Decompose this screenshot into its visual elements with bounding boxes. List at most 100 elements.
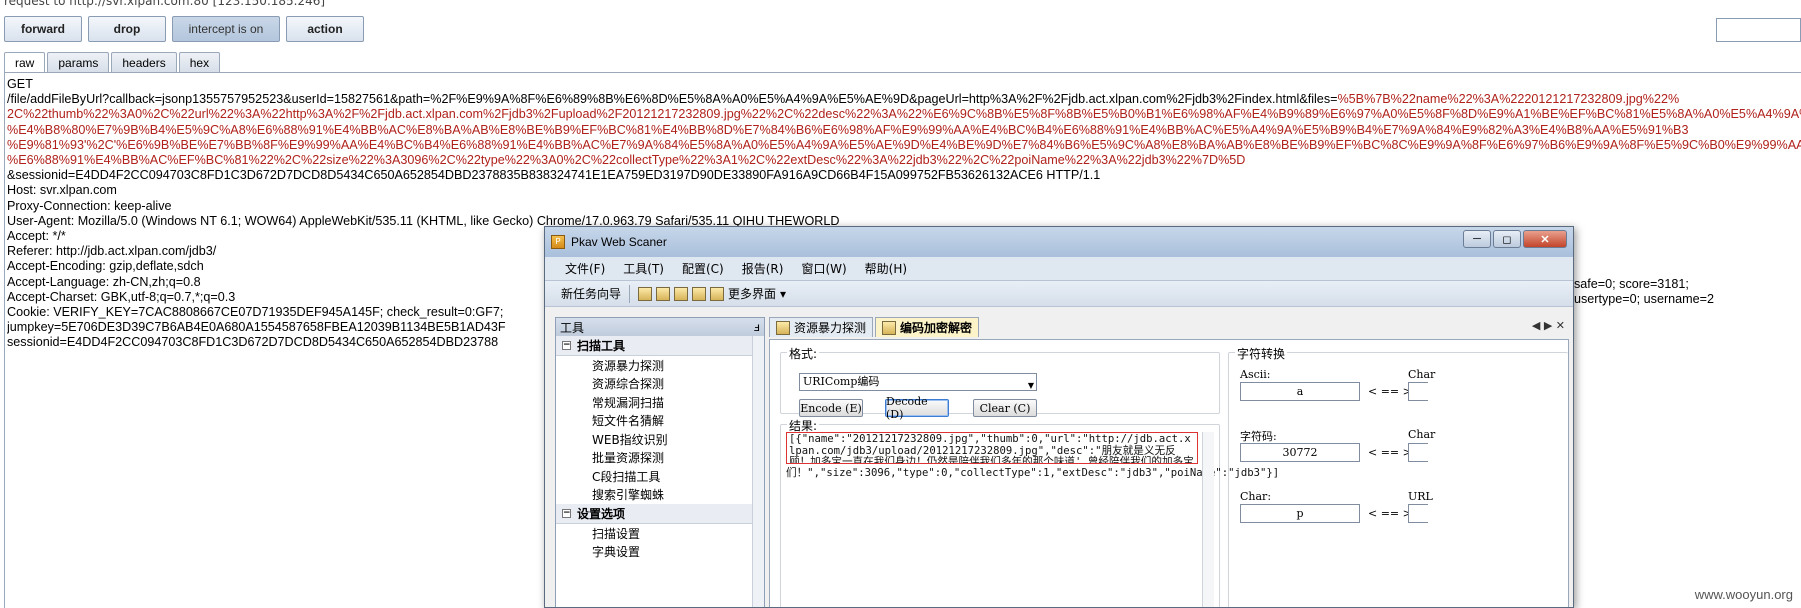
restore-button[interactable]: ◻ xyxy=(1493,230,1521,248)
menu-help[interactable]: 帮助(H) xyxy=(865,260,907,277)
result-scrollbar[interactable] xyxy=(1202,432,1214,607)
request-text: Accept: */* xyxy=(7,229,66,244)
result-text[interactable]: [{"name":"20121217232809.jpg","thumb":0,… xyxy=(786,432,1198,464)
request-param-value: %5B%7B%22name%22%3A%2220121217232809.jpg… xyxy=(1337,92,1680,107)
tool-item[interactable]: 短文件名猜解 xyxy=(556,412,764,431)
request-text: Accept-Language: zh-CN,zh;q=0.8 xyxy=(7,274,201,289)
url-input[interactable] xyxy=(1408,504,1428,523)
request-line: /file/addFileByUrl?callback=jsonp1355757… xyxy=(7,92,1801,107)
drop-button[interactable]: drop xyxy=(88,16,166,42)
collapse-icon[interactable]: − xyxy=(562,341,571,350)
request-line: 2C%22thumb%22%3A0%2C%22url%22%3A%22http%… xyxy=(7,107,1801,122)
tool-item[interactable]: 资源综合探测 xyxy=(556,375,764,394)
encode-button[interactable]: Encode (E) xyxy=(799,399,863,417)
minimize-button[interactable]: ─ xyxy=(1463,230,1491,248)
close-button[interactable]: ✕ xyxy=(1523,230,1567,248)
arrow-icon: < == > xyxy=(1368,507,1412,520)
pin-icon[interactable]: ⅎ xyxy=(754,320,760,334)
request-line: %E6%88%91%E4%BB%AC%EF%BC%81%22%2C%22size… xyxy=(7,153,1801,168)
format-select[interactable]: URIComp编码 ▼ xyxy=(799,373,1037,391)
new-task-button[interactable]: 新任务向导 xyxy=(561,285,621,302)
char-input-1[interactable] xyxy=(1408,382,1428,401)
tool-item[interactable]: 批量资源探测 xyxy=(556,449,764,468)
tab-encode-decode[interactable]: 编码加密解密 xyxy=(875,317,980,337)
tab-resource-bruteforce[interactable]: 资源暴力探测 xyxy=(769,317,874,337)
arrow-icon: < == > xyxy=(1368,385,1412,398)
tool-icon-1[interactable] xyxy=(638,286,653,301)
request-line: GET xyxy=(7,77,1801,92)
group-scan-tools[interactable]: − 扫描工具 xyxy=(556,336,764,356)
tool-item[interactable]: C段扫描工具 xyxy=(556,467,764,486)
request-line: &sessionid=E4DD4F2CC094703C8FD1C3D672D7D… xyxy=(7,168,1801,183)
ascii-label: Ascii: xyxy=(1240,368,1271,381)
intercept-toolbar: forward drop intercept is on action xyxy=(4,16,364,44)
tools-scrollbar[interactable] xyxy=(752,336,764,607)
chevron-down-icon: ▼ xyxy=(1027,381,1034,390)
menu-config[interactable]: 配置(C) xyxy=(682,260,724,277)
menu-file[interactable]: 文件(F) xyxy=(565,260,605,277)
char-input-2[interactable] xyxy=(1408,443,1428,462)
request-line: %E9%81%93'%2C'%E6%9B%BE%E7%BB%8F%E9%99%A… xyxy=(7,138,1801,153)
toolbar-separator xyxy=(629,284,631,303)
request-text: GET xyxy=(7,77,33,91)
request-text: sessionid=E4DD4F2CC094703C8FD1C3D672D7DC… xyxy=(7,335,499,350)
tab-label: 编码加密解密 xyxy=(900,321,973,335)
request-text: Accept-Charset: GBK,utf-8;q=0.7,*;q=0.3 xyxy=(7,289,236,304)
cookie-fragment-2: usertype=0; username=2 xyxy=(1574,292,1715,306)
group-settings[interactable]: − 设置选项 xyxy=(556,504,764,524)
request-line: %E4%B8%80%E7%9B%B4%E5%9C%A8%E6%88%91%E4%… xyxy=(7,123,1801,138)
tools-pane-title: 工具 xyxy=(560,320,585,335)
tab-params[interactable]: params xyxy=(47,52,110,72)
pkav-window: P Pkav Web Scaner ─ ◻ ✕ 文件(F) 工具(T) 配置(C… xyxy=(544,226,1574,608)
intercept-toggle-button[interactable]: intercept is on xyxy=(172,16,280,42)
char-input[interactable]: p xyxy=(1240,504,1360,523)
forward-button[interactable]: forward xyxy=(4,16,82,42)
request-text: Accept-Encoding: gzip,deflate,sdch xyxy=(7,259,204,274)
result-text-tail[interactable]: 们！","size":3096,"type":0,"collectType":1… xyxy=(786,465,1279,480)
format-value: URIComp编码 xyxy=(803,375,880,388)
tool-item[interactable]: 搜索引擎蜘蛛 xyxy=(556,486,764,505)
window-titlebar[interactable]: P Pkav Web Scaner ─ ◻ ✕ xyxy=(545,227,1573,257)
char-label: Char: xyxy=(1240,490,1272,503)
tool-icon-3[interactable] xyxy=(674,286,689,301)
chevron-down-icon[interactable]: ▾ xyxy=(780,287,786,301)
tool-item[interactable]: 字典设置 xyxy=(556,543,764,562)
format-label: 格式: xyxy=(787,345,820,362)
request-line: Proxy-Connection: keep-alive xyxy=(7,199,1801,214)
tab-headers[interactable]: headers xyxy=(111,52,177,72)
tool-item[interactable]: WEB指纹识别 xyxy=(556,430,764,449)
collapse-icon[interactable]: − xyxy=(562,509,571,518)
tool-icon-4[interactable] xyxy=(692,286,707,301)
document-tabs: 资源暴力探测 编码加密解密 ◀ ▶ ✕ xyxy=(769,317,1569,337)
tab-label: 资源暴力探测 xyxy=(794,321,867,335)
app-icon: P xyxy=(551,235,565,249)
more-views-button[interactable]: 更多界面 xyxy=(728,285,776,302)
menu-bar: 文件(F) 工具(T) 配置(C) 报告(R) 窗口(W) 帮助(H) xyxy=(545,257,1573,281)
clear-button[interactable]: Clear (C) xyxy=(973,399,1037,417)
request-text: /file/addFileByUrl?callback=jsonp1355757… xyxy=(7,92,1338,107)
tool-item[interactable]: 资源暴力探测 xyxy=(556,356,764,375)
action-button[interactable]: action xyxy=(286,16,364,42)
url-label: URL xyxy=(1408,490,1433,503)
tab-navigation[interactable]: ◀ ▶ ✕ xyxy=(1532,319,1565,332)
request-text: Proxy-Connection: keep-alive xyxy=(7,198,172,213)
request-param-value: %E4%B8%80%E7%9B%B4%E5%9C%A8%E6%88%91%E4%… xyxy=(7,122,1689,137)
tool-item[interactable]: 扫描设置 xyxy=(556,524,764,543)
group-settings-label: 设置选项 xyxy=(577,507,626,521)
tab-hex[interactable]: hex xyxy=(178,52,221,72)
menu-tools[interactable]: 工具(T) xyxy=(623,260,664,277)
menu-window[interactable]: 窗口(W) xyxy=(801,260,846,277)
menu-report[interactable]: 报告(R) xyxy=(742,260,784,277)
tool-icon-2[interactable] xyxy=(656,286,671,301)
window-title: Pkav Web Scaner xyxy=(571,235,667,249)
tool-icon-5[interactable] xyxy=(710,286,725,301)
request-param-value: %E6%88%91%E4%BB%AC%EF%BC%81%22%2C%22size… xyxy=(7,153,1246,168)
arrow-icon: < == > xyxy=(1368,446,1412,459)
decode-button[interactable]: Decode (D) xyxy=(885,395,949,421)
encode-decode-panel: 格式: URIComp编码 ▼ Encode (E) Decode (D) Cle… xyxy=(769,339,1569,607)
tab-raw[interactable]: raw xyxy=(4,52,46,72)
charcode-input[interactable]: 30772 xyxy=(1240,443,1360,462)
ascii-input[interactable]: a xyxy=(1240,382,1360,401)
search-field[interactable] xyxy=(1716,18,1801,42)
tool-item[interactable]: 常规漏洞扫描 xyxy=(556,393,764,412)
